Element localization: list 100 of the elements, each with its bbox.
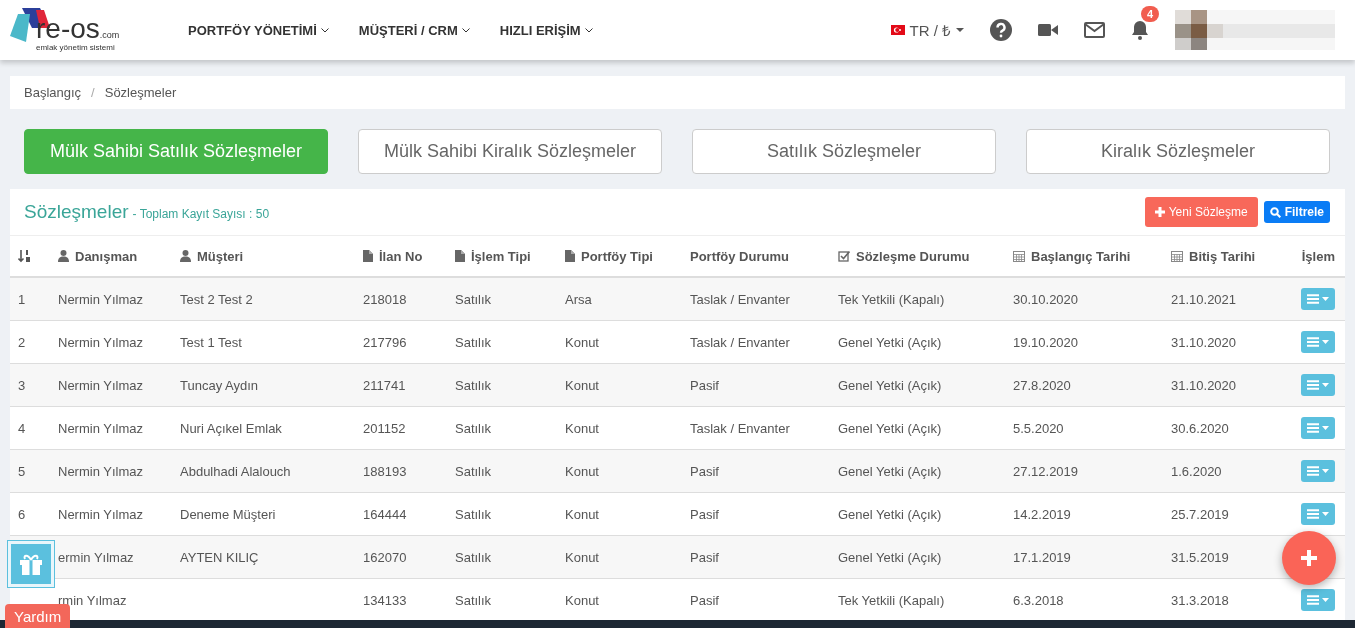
table-cell: Satılık [455, 463, 492, 479]
table-cell: Satılık [455, 377, 492, 393]
row-actions-button[interactable] [1301, 460, 1335, 482]
breadcrumb-current: Sözleşmeler [104, 85, 177, 100]
table-cell: 218018 [363, 291, 407, 307]
table-cell: Satılık [455, 549, 492, 565]
row-actions-button[interactable] [1301, 331, 1335, 353]
table-cell: Arsa [565, 291, 592, 307]
gift-icon [19, 553, 43, 575]
table-cell: 162070 [363, 549, 407, 565]
table-cell: Konut [565, 592, 599, 608]
column-header: İlan No [379, 248, 423, 264]
user-icon [58, 250, 69, 262]
nav-menu[interactable]: PORTFÖY YÖNETİMİ [188, 22, 329, 38]
file-icon [565, 250, 575, 262]
table-cell: 217796 [363, 334, 407, 350]
nav-menu[interactable]: HIZLI ERİŞİM [499, 22, 593, 38]
menu-icon [1307, 509, 1319, 519]
column-header: İşlem [1301, 248, 1335, 264]
tab[interactable]: Kiralık Sözleşmeler [1026, 129, 1330, 174]
table-cell: Abdulhadi Alalouch [180, 463, 291, 479]
gift-button[interactable] [8, 541, 54, 587]
table-cell: 1.6.2020 [1171, 463, 1222, 479]
table-cell: Pasif [690, 592, 719, 608]
table-cell: 31.3.2018 [1171, 592, 1229, 608]
table-cell: Satılık [455, 592, 492, 608]
help-icon[interactable] [990, 19, 1012, 41]
menu-icon [1307, 466, 1319, 476]
nav-menu[interactable]: MÜŞTERİ / CRM [358, 22, 470, 38]
table-cell: Tuncay Aydın [180, 377, 259, 393]
table-cell: Nermin Yılmaz [58, 506, 143, 522]
caret-icon [1322, 469, 1329, 473]
flag-icon [890, 25, 905, 35]
row-number: 1 [18, 291, 26, 307]
tab[interactable]: Mülk Sahibi Kiralık Sözleşmeler [358, 129, 662, 174]
chevron-down-icon [461, 27, 470, 33]
table-cell: Konut [565, 506, 599, 522]
table-cell: Genel Yetki (Açık) [838, 334, 942, 350]
tab[interactable]: Satılık Sözleşmeler [692, 129, 996, 174]
caret-icon [1322, 297, 1329, 301]
column-header: Danışman [75, 248, 138, 264]
plus-icon [1300, 549, 1318, 567]
bell-icon[interactable] [1131, 20, 1149, 40]
table-cell: AYTEN KILIÇ [180, 549, 259, 565]
table-cell: 25.7.2019 [1171, 506, 1229, 522]
caret-icon [1322, 512, 1329, 516]
table-cell: Genel Yetki (Açık) [838, 549, 942, 565]
table-cell: 201152 [363, 420, 406, 436]
table-cell: 14.2.2019 [1013, 506, 1071, 522]
file-icon [455, 250, 465, 262]
table-cell: Konut [565, 420, 599, 436]
caret-icon [1322, 598, 1329, 602]
row-actions-button[interactable] [1301, 374, 1335, 396]
table-cell: Konut [565, 334, 599, 350]
table-cell: Deneme Müşteri [180, 506, 276, 522]
column-header: Sözleşme Durumu [856, 248, 970, 264]
table-cell: 6.3.2018 [1013, 592, 1064, 608]
table-cell: Taslak / Envanter [690, 291, 790, 307]
caret-icon [956, 28, 964, 32]
breadcrumb-link[interactable]: Başlangıç [24, 85, 82, 100]
column-header: Müşteri [197, 248, 244, 264]
filter-button[interactable]: Filtrele [1263, 201, 1330, 223]
search-icon [1269, 206, 1281, 218]
calendar-icon [1013, 250, 1025, 262]
locale-menu[interactable]: TR / ₺ [909, 20, 964, 40]
table-cell: 5.5.2020 [1013, 420, 1064, 436]
column-header: İşlem Tipi [471, 248, 531, 264]
table-cell: Pasif [690, 549, 719, 565]
row-actions-button[interactable] [1301, 288, 1335, 310]
table-cell: 21.10.2021 [1171, 291, 1237, 307]
table-cell: Nermin Yılmaz [58, 334, 143, 350]
table-cell: Satılık [455, 506, 492, 522]
table-cell: 19.10.2020 [1013, 334, 1079, 350]
table-cell: Test 2 Test 2 [180, 291, 253, 307]
table-cell: 17.1.2019 [1013, 549, 1071, 565]
menu-icon [1307, 294, 1319, 304]
table-cell: Satılık [455, 420, 492, 436]
table-cell: 134133 [363, 592, 407, 608]
sort-icon[interactable] [18, 249, 32, 263]
table-cell: 27.12.2019 [1013, 463, 1079, 479]
table-cell: Nuri Açıkel Emlak [180, 420, 282, 436]
table-cell: Konut [565, 549, 599, 565]
table-cell: 30.6.2020 [1171, 420, 1229, 436]
table-cell: 31.10.2020 [1171, 377, 1237, 393]
table-cell: Test 1 Test [180, 334, 242, 350]
mail-icon[interactable] [1084, 22, 1105, 38]
row-actions-button[interactable] [1301, 589, 1335, 611]
table-cell: Pasif [690, 377, 719, 393]
video-camera-icon[interactable] [1038, 23, 1058, 37]
help-button[interactable]: Yardım [5, 604, 71, 628]
table-cell: 30.10.2020 [1013, 291, 1079, 307]
row-actions-button[interactable] [1301, 417, 1335, 439]
table-cell: Pasif [690, 506, 719, 522]
row-actions-button[interactable] [1301, 503, 1335, 525]
table-cell: Nermin Yılmaz [58, 291, 143, 307]
table-cell: 211741 [363, 377, 406, 393]
table-cell: Satılık [455, 291, 492, 307]
table-cell: 188193 [363, 463, 407, 479]
user-icon [180, 250, 191, 262]
table-cell: 31.5.2019 [1171, 549, 1229, 565]
